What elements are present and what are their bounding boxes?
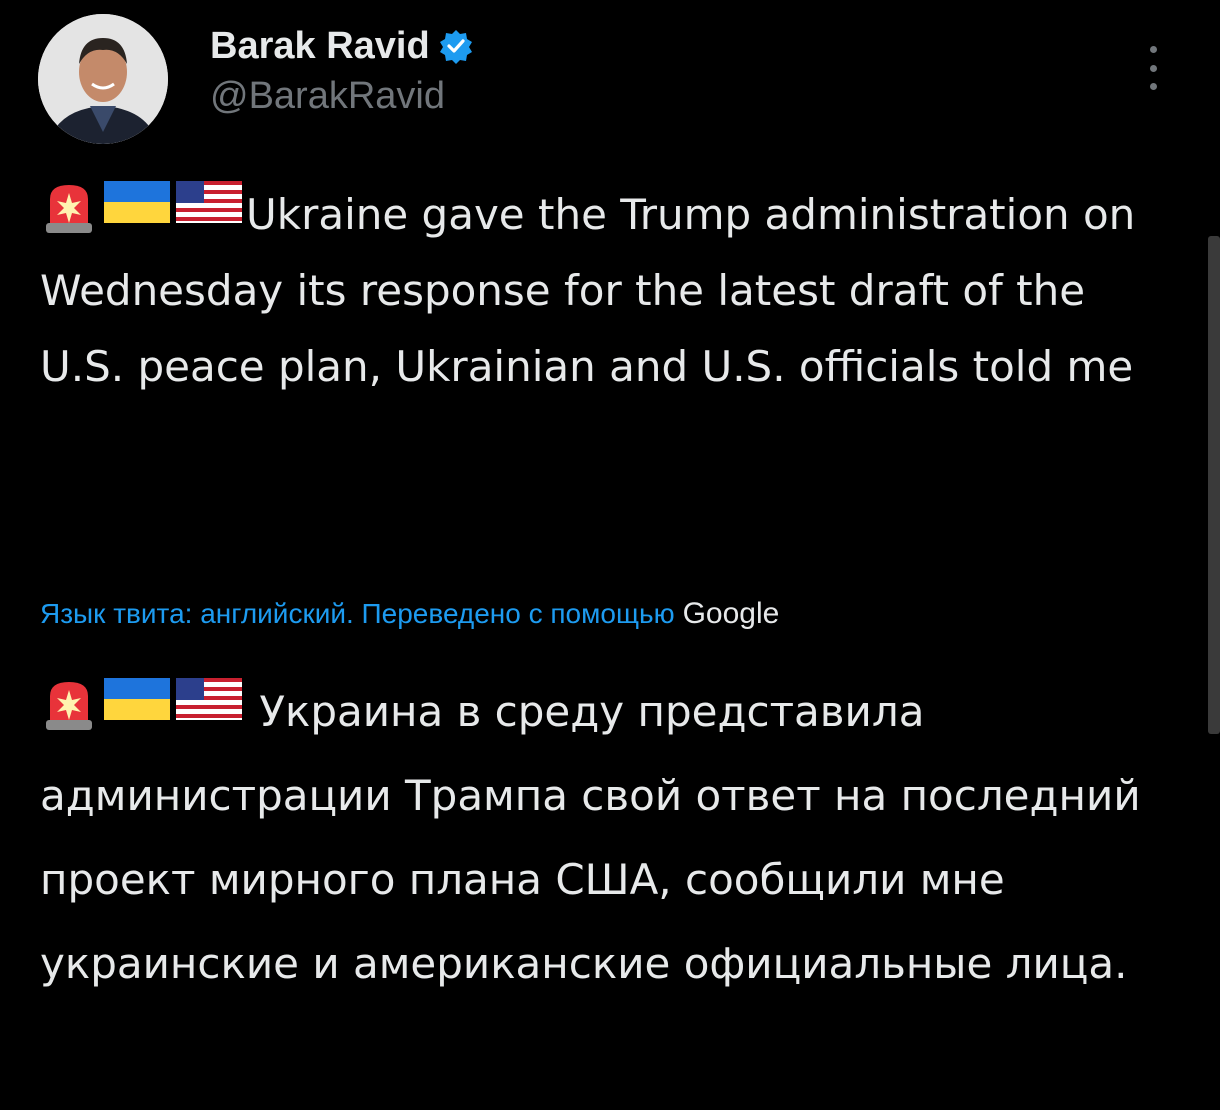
rotating-light-icon	[46, 185, 92, 233]
tweet-text: Ukraine gave the Trump administration on…	[40, 177, 1160, 405]
usa-flag-icon	[176, 678, 242, 720]
translation-note-label[interactable]: Язык твита: английский. Переведено с пом…	[40, 598, 675, 629]
display-name[interactable]: Barak Ravid	[210, 22, 430, 70]
translated-text: Украина в среду представила администраци…	[40, 670, 1170, 1006]
avatar[interactable]	[38, 14, 168, 144]
handle[interactable]: @BarakRavid	[210, 72, 474, 120]
tweet-author[interactable]: Barak Ravid @BarakRavid	[210, 22, 474, 120]
verified-badge-icon	[438, 28, 474, 64]
ukraine-flag-icon	[104, 181, 170, 223]
usa-flag-icon	[176, 181, 242, 223]
ukraine-flag-icon	[104, 678, 170, 720]
more-vertical-icon[interactable]	[1138, 46, 1168, 90]
emoji-group-translated	[40, 676, 242, 732]
emoji-group	[40, 179, 242, 235]
google-logo: Google	[682, 597, 780, 630]
translation-note[interactable]: Язык твита: английский. Переведено с пом…	[40, 592, 1180, 636]
rotating-light-icon	[46, 682, 92, 730]
translated-body: Украина в среду представила администраци…	[40, 687, 1141, 988]
scrollbar[interactable]	[1208, 236, 1220, 734]
